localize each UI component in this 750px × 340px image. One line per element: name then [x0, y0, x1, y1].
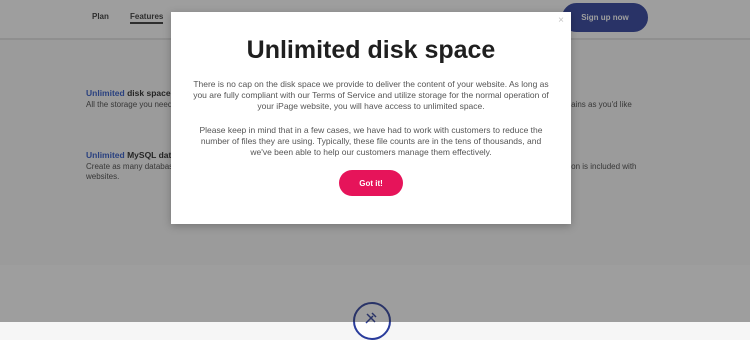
close-icon[interactable]: ×: [558, 15, 564, 26]
modal-paragraph-1: There is no cap on the disk space we pro…: [193, 79, 549, 111]
modal-paragraph-2: Please keep in mind that in a few cases,…: [199, 125, 543, 157]
got-it-button[interactable]: Got it!: [339, 170, 403, 196]
modal-title: Unlimited disk space: [246, 36, 496, 64]
info-modal: × Unlimited disk space There is no cap o…: [171, 12, 571, 224]
